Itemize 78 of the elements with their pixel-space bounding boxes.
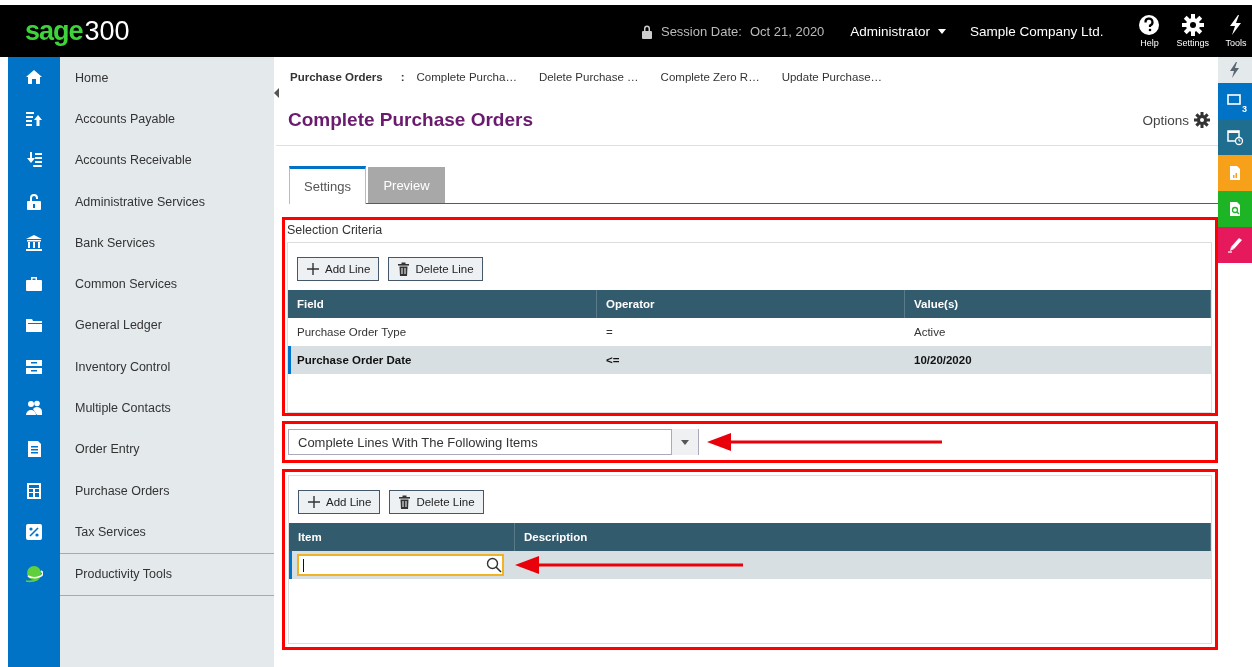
table-icon [25, 481, 43, 500]
trash-icon [397, 262, 411, 276]
table-cell[interactable]: = [597, 318, 905, 346]
breadcrumb-link[interactable]: Update Purchase… [781, 71, 883, 83]
help-icon [1138, 14, 1161, 36]
settings-button[interactable]: Settings [1171, 14, 1214, 48]
plus-icon [307, 495, 321, 509]
tab[interactable]: Settings [289, 166, 366, 204]
sidebar-item[interactable]: Home [8, 57, 274, 99]
breadcrumb-link[interactable]: Complete Purcha… [416, 71, 517, 83]
sidebar-item[interactable]: Inventory Control [8, 346, 274, 388]
home-icon [25, 68, 43, 87]
table-cell[interactable]: Active [905, 318, 1211, 346]
column-header: Item [289, 523, 515, 551]
breadcrumb-link[interactable]: Complete Zero R… [660, 71, 760, 83]
session-date: Oct 21, 2020 [749, 23, 825, 39]
sidebar-item[interactable]: Accounts Receivable [8, 139, 274, 181]
section-title: Selection Criteria [287, 223, 383, 237]
settings-icon [1181, 14, 1204, 36]
sidebar-item[interactable]: Bank Services [8, 222, 274, 264]
delete-line-button[interactable]: Delete Line [388, 257, 483, 281]
caret-icon [681, 439, 689, 445]
table-cell[interactable]: Purchase Order Date [288, 346, 597, 374]
add-line-button[interactable]: Add Line [297, 257, 380, 281]
mode-dropdown[interactable]: Complete Lines With The Following Items [288, 429, 699, 455]
page-title: Complete Purchase Orders [288, 109, 534, 131]
sidebar-item[interactable]: Administrative Services [8, 180, 274, 223]
column-header: Value(s) [905, 290, 1211, 318]
sidebar-item[interactable]: Multiple Contacts [8, 387, 274, 429]
document-icon [25, 440, 43, 459]
folder-icon [25, 316, 43, 335]
column-header: Field [288, 290, 597, 318]
list-down-arrow-icon [25, 151, 43, 170]
sidebar-item[interactable]: Common Services [8, 263, 274, 305]
logo-brand-text: sage [25, 15, 83, 47]
briefcase-icon [25, 275, 43, 294]
percent-icon [25, 522, 43, 541]
user-menu[interactable]: Administrator [850, 23, 946, 39]
help-button[interactable]: Help [1133, 14, 1166, 48]
bank-building-icon [25, 233, 43, 252]
lock-icon [640, 23, 653, 39]
table-cell[interactable]: <= [597, 346, 905, 374]
tools-button[interactable]: Tools [1220, 14, 1252, 48]
caret-icon [937, 28, 946, 34]
column-header: Operator [597, 290, 905, 318]
rail-button[interactable] [1218, 57, 1252, 83]
table-cell[interactable]: Purchase Order Type [288, 318, 597, 346]
breadcrumb-link[interactable]: Purchase Orders [290, 71, 383, 83]
delete-line-button[interactable]: Delete Line [389, 490, 484, 514]
sidebar-item[interactable]: Productivity Tools [8, 553, 274, 595]
lock-icon [25, 192, 43, 211]
globe-icon [25, 565, 43, 584]
options-button[interactable]: Options [1142, 112, 1210, 128]
sidebar-item[interactable]: Order Entry [8, 428, 274, 470]
table-cell[interactable]: 10/20/2020 [905, 346, 1211, 374]
column-header: Description [515, 523, 1211, 551]
item-search-field[interactable] [297, 554, 504, 576]
sidebar-item[interactable]: Tax Services [8, 511, 274, 553]
breadcrumb-separator: : [400, 71, 405, 83]
sidebar-item[interactable]: Accounts Payable [8, 98, 274, 140]
sidebar-item[interactable]: Purchase Orders [8, 469, 274, 512]
breadcrumb-link[interactable]: Delete Purchase … [538, 71, 639, 83]
people-icon [25, 399, 43, 417]
window-clock-icon [1226, 128, 1244, 146]
trash-icon [398, 495, 412, 509]
drawers-icon [25, 357, 43, 376]
sidebar-item[interactable]: General Ledger [8, 304, 274, 347]
pen-icon [1226, 236, 1244, 254]
count-label: 3 [1242, 104, 1247, 114]
session-label: Session Date: [660, 23, 742, 39]
logo-product-text: 300 [84, 15, 130, 47]
list-up-arrow-icon [25, 109, 43, 128]
rail-button[interactable]: 3 [1218, 83, 1252, 119]
settings-icon [1194, 112, 1210, 128]
add-line-button[interactable]: Add Line [298, 490, 381, 514]
plus-icon [306, 262, 320, 276]
search-icon [486, 557, 502, 573]
company-name: Sample Company Ltd. [969, 23, 1104, 39]
